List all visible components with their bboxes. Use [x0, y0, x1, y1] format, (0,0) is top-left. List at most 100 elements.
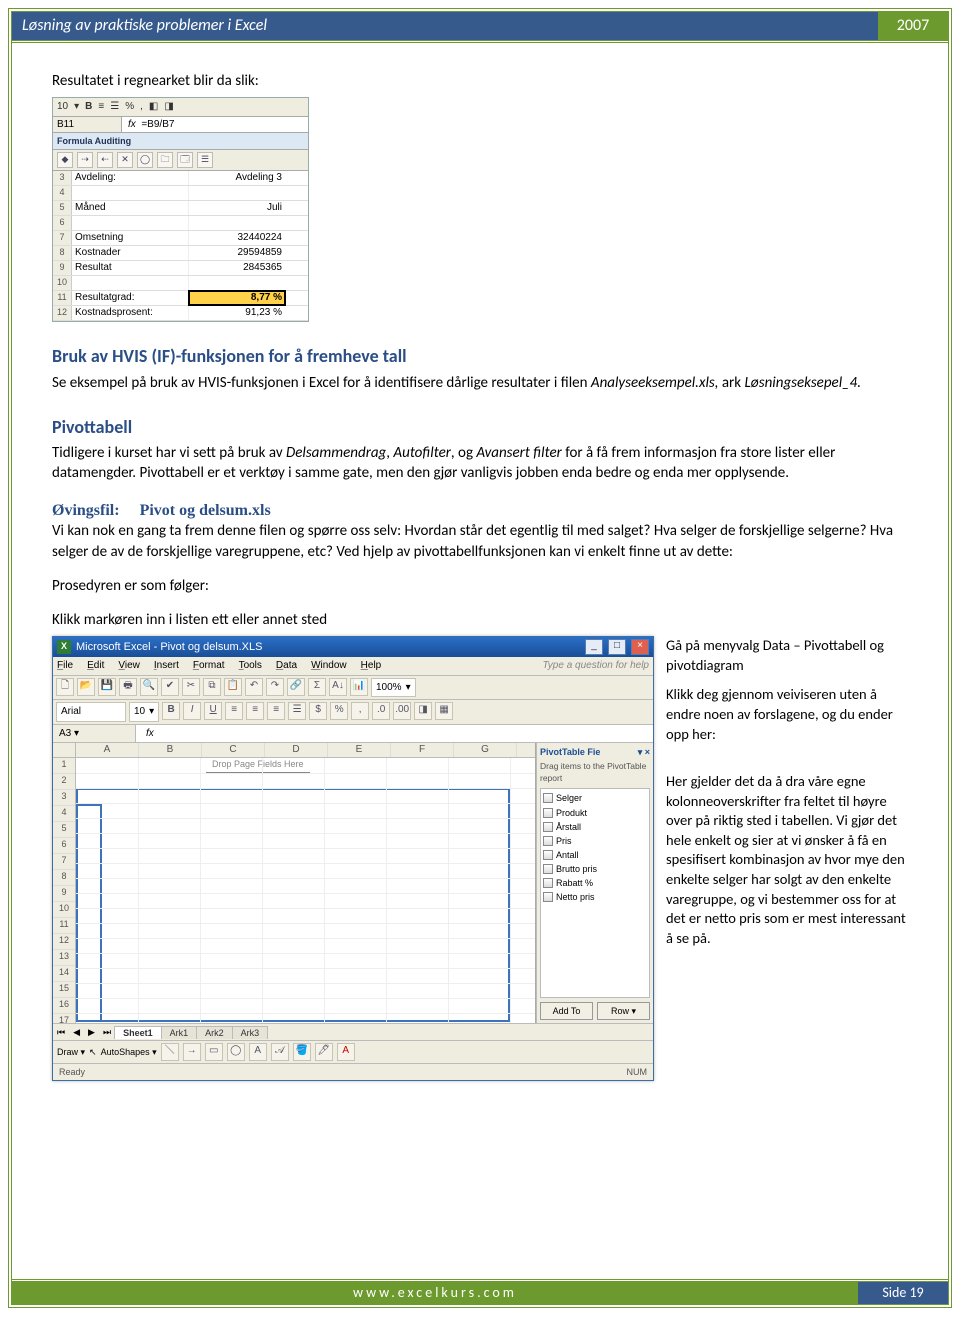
- pivot-field[interactable]: Selger: [543, 791, 647, 805]
- indent-icon[interactable]: ◨: [414, 702, 432, 720]
- sheet-tab[interactable]: Ark3: [232, 1026, 269, 1039]
- row-header[interactable]: 5: [53, 822, 75, 838]
- align-right-icon[interactable]: ≡: [267, 702, 285, 720]
- trace-icon[interactable]: ⇢: [77, 152, 93, 168]
- currency-icon[interactable]: $: [309, 702, 327, 720]
- watch-icon[interactable]: 🗔: [177, 152, 193, 168]
- row-header[interactable]: 8: [53, 870, 75, 886]
- row-header[interactable]: 12: [53, 934, 75, 950]
- align-left-icon[interactable]: ≡: [225, 702, 243, 720]
- menu-item[interactable]: Data: [276, 659, 297, 673]
- drag-handle-icon[interactable]: [543, 808, 553, 818]
- sheet-tab[interactable]: Ark1: [161, 1026, 198, 1039]
- sheet-tab[interactable]: Ark2: [196, 1026, 233, 1039]
- pivot-field[interactable]: Antall: [543, 848, 647, 862]
- pivot-field[interactable]: Netto pris: [543, 890, 647, 904]
- line-color-icon[interactable]: 🖊: [315, 1043, 333, 1061]
- pane-dropdown-icon[interactable]: ▾ ×: [638, 746, 650, 758]
- row-header[interactable]: 16: [53, 998, 75, 1014]
- wordart-icon[interactable]: 𝒜: [271, 1043, 289, 1061]
- paste-icon[interactable]: 📋: [224, 678, 242, 696]
- indent-dec-icon[interactable]: ◧: [149, 100, 158, 114]
- new-icon[interactable]: 🗋: [56, 678, 74, 696]
- fill-icon[interactable]: 🪣: [293, 1043, 311, 1061]
- zoom-combo[interactable]: 100% ▾: [371, 678, 416, 698]
- border-icon[interactable]: ▦: [435, 702, 453, 720]
- sort-icon[interactable]: A↓: [329, 678, 347, 696]
- row-header[interactable]: 1: [53, 758, 75, 774]
- minimize-button[interactable]: _: [585, 639, 603, 655]
- cut-icon[interactable]: ✂: [182, 678, 200, 696]
- pivot-field[interactable]: Produkt: [543, 806, 647, 820]
- sheet-tabs[interactable]: ⏮ ◀ ▶ ⏭ Sheet1Ark1Ark2Ark3: [53, 1023, 653, 1040]
- preview-icon[interactable]: 🔍: [140, 678, 158, 696]
- menu-item[interactable]: Format: [193, 659, 225, 673]
- row-area-button[interactable]: Row ▾: [597, 1002, 650, 1020]
- row-header[interactable]: 17: [53, 1014, 75, 1024]
- percent-icon[interactable]: %: [330, 702, 348, 720]
- menu-item[interactable]: Insert: [154, 659, 179, 673]
- menu-item[interactable]: Edit: [87, 659, 104, 673]
- autoshapes-menu[interactable]: AutoShapes ▾: [101, 1046, 157, 1058]
- trace-icon[interactable]: ✕: [117, 152, 133, 168]
- watch-icon[interactable]: ☰: [197, 152, 213, 168]
- copy-icon[interactable]: ⧉: [203, 678, 221, 696]
- formula-bar[interactable]: A3 ▾ fx: [53, 725, 653, 744]
- fx-area[interactable]: fx: [136, 725, 164, 743]
- trace-icon[interactable]: ⇠: [97, 152, 113, 168]
- merge-icon[interactable]: ☰: [288, 702, 306, 720]
- worksheet-area[interactable]: ABCDEFG 123456789101112131415161718 Drop…: [53, 743, 536, 1023]
- select-icon[interactable]: ↖: [89, 1046, 97, 1058]
- drawing-toolbar[interactable]: Draw ▾ ↖ AutoShapes ▾ ＼ → ▭ ◯ A 𝒜 🪣 🖊 A: [53, 1040, 653, 1063]
- undo-icon[interactable]: ↶: [245, 678, 263, 696]
- align-icon[interactable]: ≡: [98, 100, 104, 114]
- redo-icon[interactable]: ↷: [266, 678, 284, 696]
- menu-item[interactable]: File: [57, 659, 73, 673]
- underline-icon[interactable]: U: [204, 702, 222, 720]
- dec-dec-icon[interactable]: .00: [393, 702, 411, 720]
- bold-icon[interactable]: B: [162, 702, 180, 720]
- maximize-button[interactable]: □: [608, 639, 626, 655]
- oval-icon[interactable]: ◯: [227, 1043, 245, 1061]
- merge-icon[interactable]: ☰: [110, 100, 119, 114]
- row-header[interactable]: 15: [53, 982, 75, 998]
- menu-item[interactable]: Help: [361, 659, 382, 673]
- add-to-button[interactable]: Add To: [540, 1002, 593, 1020]
- col-header[interactable]: D: [265, 743, 328, 757]
- open-icon[interactable]: 📂: [77, 678, 95, 696]
- sheet-tab[interactable]: Sheet1: [114, 1026, 162, 1039]
- pivot-field[interactable]: Pris: [543, 834, 647, 848]
- col-header[interactable]: G: [454, 743, 517, 757]
- row-header[interactable]: 11: [53, 918, 75, 934]
- name-box[interactable]: B11: [53, 117, 122, 133]
- pivot-field-list[interactable]: PivotTable Fie ▾ × Drag items to the Piv…: [536, 743, 653, 1023]
- trace-icon[interactable]: ◆: [57, 152, 73, 168]
- tab-nav-first-icon[interactable]: ⏮: [53, 1026, 69, 1038]
- pivot-field[interactable]: Rabatt %: [543, 876, 647, 890]
- col-header[interactable]: C: [202, 743, 265, 757]
- drag-handle-icon[interactable]: [543, 864, 553, 874]
- link-icon[interactable]: 🔗: [287, 678, 305, 696]
- row-header[interactable]: 3: [53, 790, 75, 806]
- italic-icon[interactable]: I: [183, 702, 201, 720]
- menu-bar[interactable]: FileEditViewInsertFormatToolsDataWindowH…: [53, 657, 653, 676]
- drag-handle-icon[interactable]: [543, 836, 553, 846]
- print-icon[interactable]: 🖶: [119, 678, 137, 696]
- arrow-icon[interactable]: →: [183, 1043, 201, 1061]
- col-header[interactable]: B: [139, 743, 202, 757]
- row-header[interactable]: 2: [53, 774, 75, 790]
- row-header[interactable]: 14: [53, 966, 75, 982]
- standard-toolbar[interactable]: 🗋 📂 💾 🖶 🔍 ✔ ✂ ⧉ 📋 ↶ ↷ 🔗 Σ A↓ 📊 100% ▾: [53, 676, 653, 701]
- row-header[interactable]: 6: [53, 838, 75, 854]
- menu-item[interactable]: View: [118, 659, 140, 673]
- line-icon[interactable]: ＼: [161, 1043, 179, 1061]
- watch-icon[interactable]: 🗀: [157, 152, 173, 168]
- indent-inc-icon[interactable]: ◨: [164, 100, 173, 114]
- textbox-icon[interactable]: A: [249, 1043, 267, 1061]
- tab-nav-prev-icon[interactable]: ◀: [69, 1026, 84, 1038]
- chart-icon[interactable]: 📊: [350, 678, 368, 696]
- help-search[interactable]: Type a question for help: [542, 659, 649, 673]
- name-box[interactable]: A3 ▾: [53, 725, 136, 743]
- comma-icon[interactable]: ,: [351, 702, 369, 720]
- pivot-field[interactable]: Årstall: [543, 820, 647, 834]
